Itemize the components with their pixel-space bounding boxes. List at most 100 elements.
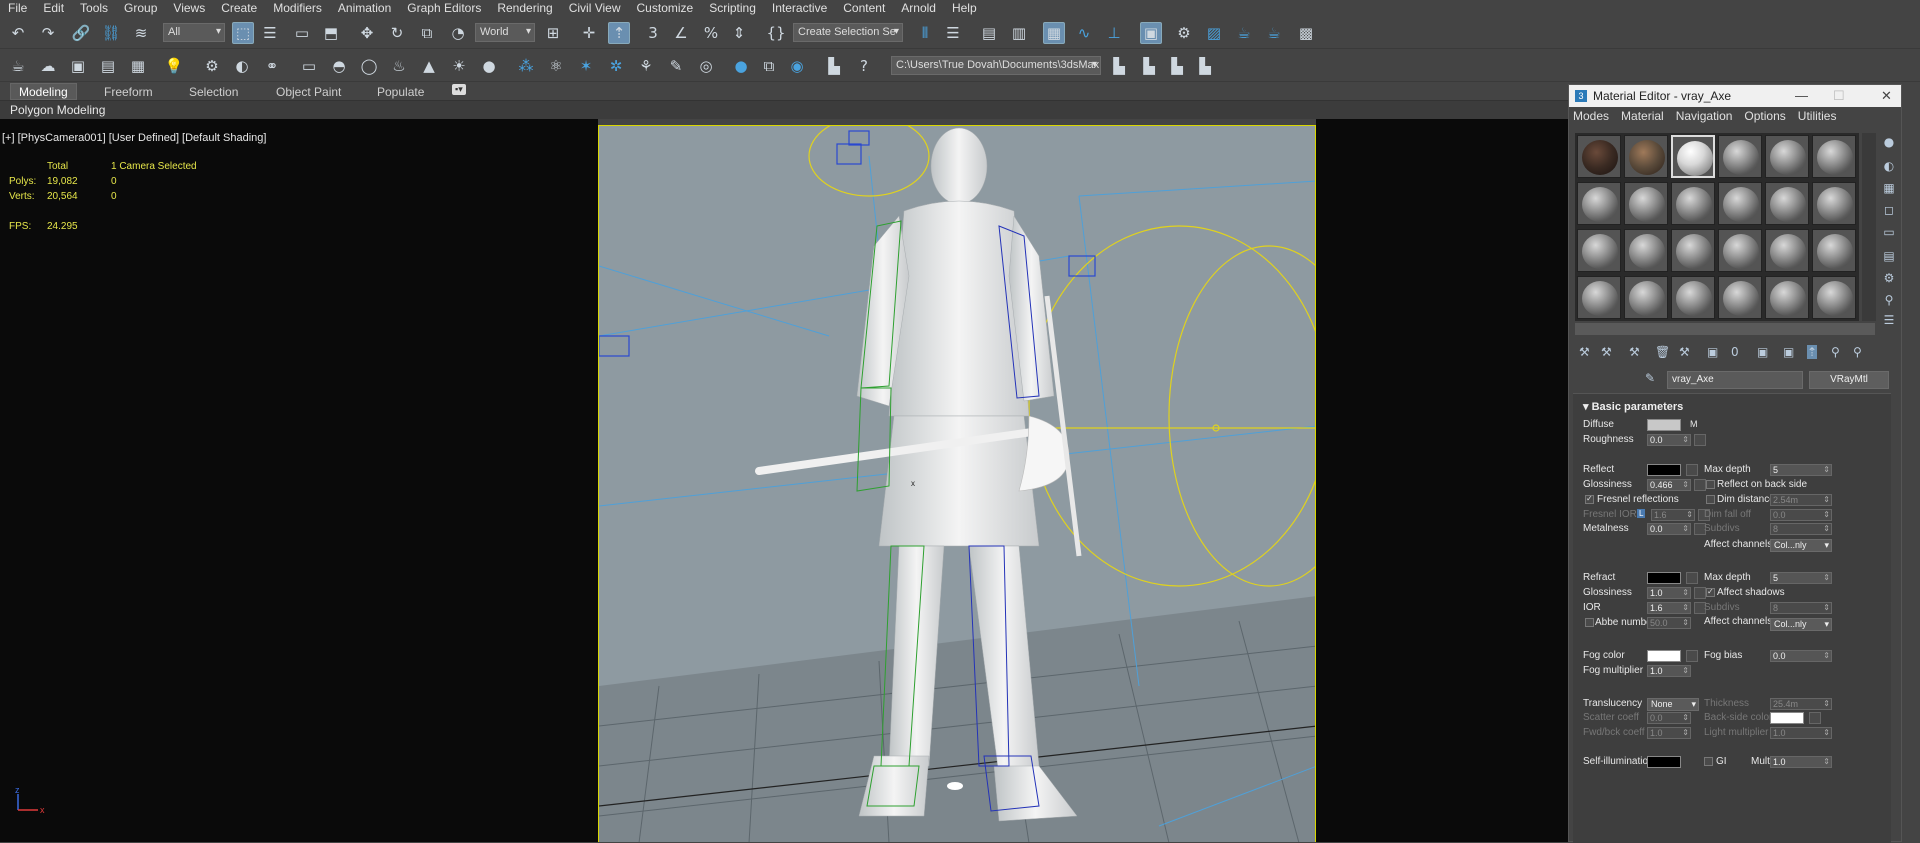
material-slot[interactable] [1671,135,1715,178]
list-icon[interactable]: ▤ [97,55,119,77]
background-icon[interactable]: ▦ [1881,181,1897,197]
refraction-glossiness-map-button[interactable] [1694,587,1706,599]
scale-icon[interactable]: ⧉ [416,22,438,44]
fog-multiplier-spinner[interactable]: 1.0 [1647,665,1691,677]
material-slot[interactable] [1765,182,1809,225]
affect-shadows-checkbox[interactable]: ✓ [1706,587,1715,597]
material-slot[interactable] [1765,276,1809,319]
glossiness-spinner[interactable]: 0.466 [1647,479,1691,491]
material-map-navigator-icon[interactable]: ☰ [1881,313,1897,329]
me-menu-modes[interactable]: Modes [1573,109,1609,123]
menu-item-animation[interactable]: Animation [338,1,391,15]
material-slot[interactable] [1577,182,1621,225]
backside-color-swatch[interactable] [1770,712,1804,724]
project-folder-icon[interactable]: ▙ [1108,55,1130,77]
teapot-icon[interactable]: ☕ [7,55,29,77]
window-crossing-icon[interactable]: ⬒ [320,22,342,44]
asset-icon[interactable]: ⚙ [201,55,223,77]
brush-icon[interactable]: ✎ [665,55,687,77]
translucency-dropdown[interactable]: None [1647,698,1699,711]
plane-icon[interactable]: ▭ [298,55,320,77]
diffuse-map-button[interactable]: M [1690,419,1698,429]
tab-modeling[interactable]: Modeling [10,83,77,100]
menu-item-interactive[interactable]: Interactive [772,1,827,15]
fog-color-swatch[interactable] [1647,650,1681,662]
material-slot[interactable] [1718,276,1762,319]
undo-icon[interactable]: ↶ [7,22,29,44]
metalness-spinner[interactable]: 0.0 [1647,523,1691,535]
material-slot[interactable] [1624,182,1668,225]
rectangular-selection-icon[interactable]: ▭ [291,22,313,44]
fresnel-ior-lock-button[interactable]: L [1637,509,1646,518]
reflect-back-checkbox[interactable] [1706,480,1715,489]
assign-material-icon[interactable]: ⚒ [1629,345,1640,359]
edit-named-selection-icon[interactable]: {} [765,22,787,44]
self-illumination-swatch[interactable] [1647,756,1681,768]
max-depth-spinner[interactable]: 5 [1770,464,1832,476]
fresnel-checkbox[interactable]: ✓ [1585,494,1594,504]
sphere-light-icon[interactable]: ● [478,55,500,77]
reset-map-icon[interactable]: 🗑 [1655,345,1670,359]
menu-item-tools[interactable]: Tools [80,1,108,15]
move-icon[interactable]: ✥ [356,22,378,44]
rotate-icon[interactable]: ↻ [386,22,408,44]
refraction-affect-channels-dropdown[interactable]: Col...nly [1770,618,1832,631]
cloud-icon[interactable]: ☁ [37,55,59,77]
tab-freeform[interactable]: Freeform [104,85,153,99]
sample-slot-scrollbar[interactable] [1862,133,1876,321]
roughness-map-button[interactable] [1694,434,1706,446]
self-illumination-mult-spinner[interactable]: 1.0 [1770,756,1832,768]
scatter-coeff-spinner[interactable]: 0.0 [1647,712,1691,724]
project-create-icon[interactable]: ▙ [1166,55,1188,77]
mesh-light-icon[interactable]: ♨ [388,55,410,77]
menu-item-customize[interactable]: Customize [637,1,694,15]
material-slot[interactable] [1577,276,1621,319]
menu-item-graph-editors[interactable]: Graph Editors [407,1,481,15]
material-slot[interactable] [1624,229,1668,272]
menu-item-edit[interactable]: Edit [43,1,64,15]
shell-icon[interactable]: ◎ [695,55,717,77]
converter-icon[interactable]: ⧉ [758,55,780,77]
grass-icon[interactable]: ⚘ [635,55,657,77]
arnold-toolbar-icon[interactable]: ▩ [1295,22,1317,44]
affect-channels-dropdown[interactable]: Col...nly [1770,539,1832,552]
bind-space-warp-icon[interactable]: ≋ [130,22,152,44]
molecule-icon[interactable]: ⚛ [545,55,567,77]
dome-icon[interactable]: ◓ [328,55,350,77]
me-menu-navigation[interactable]: Navigation [1676,109,1733,123]
proxy-icon[interactable]: ⚭ [261,55,283,77]
select-by-name-icon[interactable]: ☰ [259,22,281,44]
material-editor-titlebar[interactable]: 3 Material Editor - vray_Axe — ☐ ✕ [1569,85,1901,107]
put-to-library-icon[interactable]: ▣ [1707,345,1718,359]
refract-color-swatch[interactable] [1647,572,1681,584]
material-slot[interactable] [1624,276,1668,319]
fresnel-ior-spinner[interactable]: 1.6 [1651,509,1695,521]
camera-viewport[interactable]: x [598,125,1316,842]
dim-distance-checkbox[interactable] [1706,495,1715,504]
material-slot[interactable] [1812,135,1856,178]
sample-slot-horizontal-scrollbar[interactable] [1575,323,1875,335]
material-id-icon[interactable]: 0 [1731,345,1739,359]
toggle-layer-explorer-icon[interactable]: ▥ [1008,22,1030,44]
toggle-scene-explorer-icon[interactable]: ▤ [978,22,1000,44]
schematic-view-icon[interactable]: ⊥ [1103,22,1125,44]
select-manipulate-icon[interactable]: ✛ [578,22,600,44]
tab-selection[interactable]: Selection [189,85,238,99]
pivot-center-icon[interactable]: ⊞ [542,22,564,44]
spot-icon[interactable]: ▲ [418,55,440,77]
material-slot[interactable] [1671,276,1715,319]
me-menu-options[interactable]: Options [1744,109,1785,123]
material-slot[interactable] [1577,229,1621,272]
refraction-max-depth-spinner[interactable]: 5 [1770,572,1832,584]
angle-snap-icon[interactable]: ∠ [670,22,692,44]
select-object-icon[interactable]: ⬚ [232,22,254,44]
fur-icon[interactable]: ⁂ [515,55,537,77]
make-unique-icon[interactable]: ⚒ [1679,345,1690,359]
table-icon[interactable]: ▦ [127,55,149,77]
ior-spinner[interactable]: 1.6 [1647,602,1691,614]
backside-color-map-button[interactable] [1809,712,1821,724]
ribbon-options-icon[interactable]: ▪▾ [452,84,466,95]
mirror-icon[interactable]: ⫴ [914,22,936,44]
ribbon-toggle-icon[interactable]: ▦ [1043,22,1065,44]
material-slot[interactable] [1577,135,1621,178]
